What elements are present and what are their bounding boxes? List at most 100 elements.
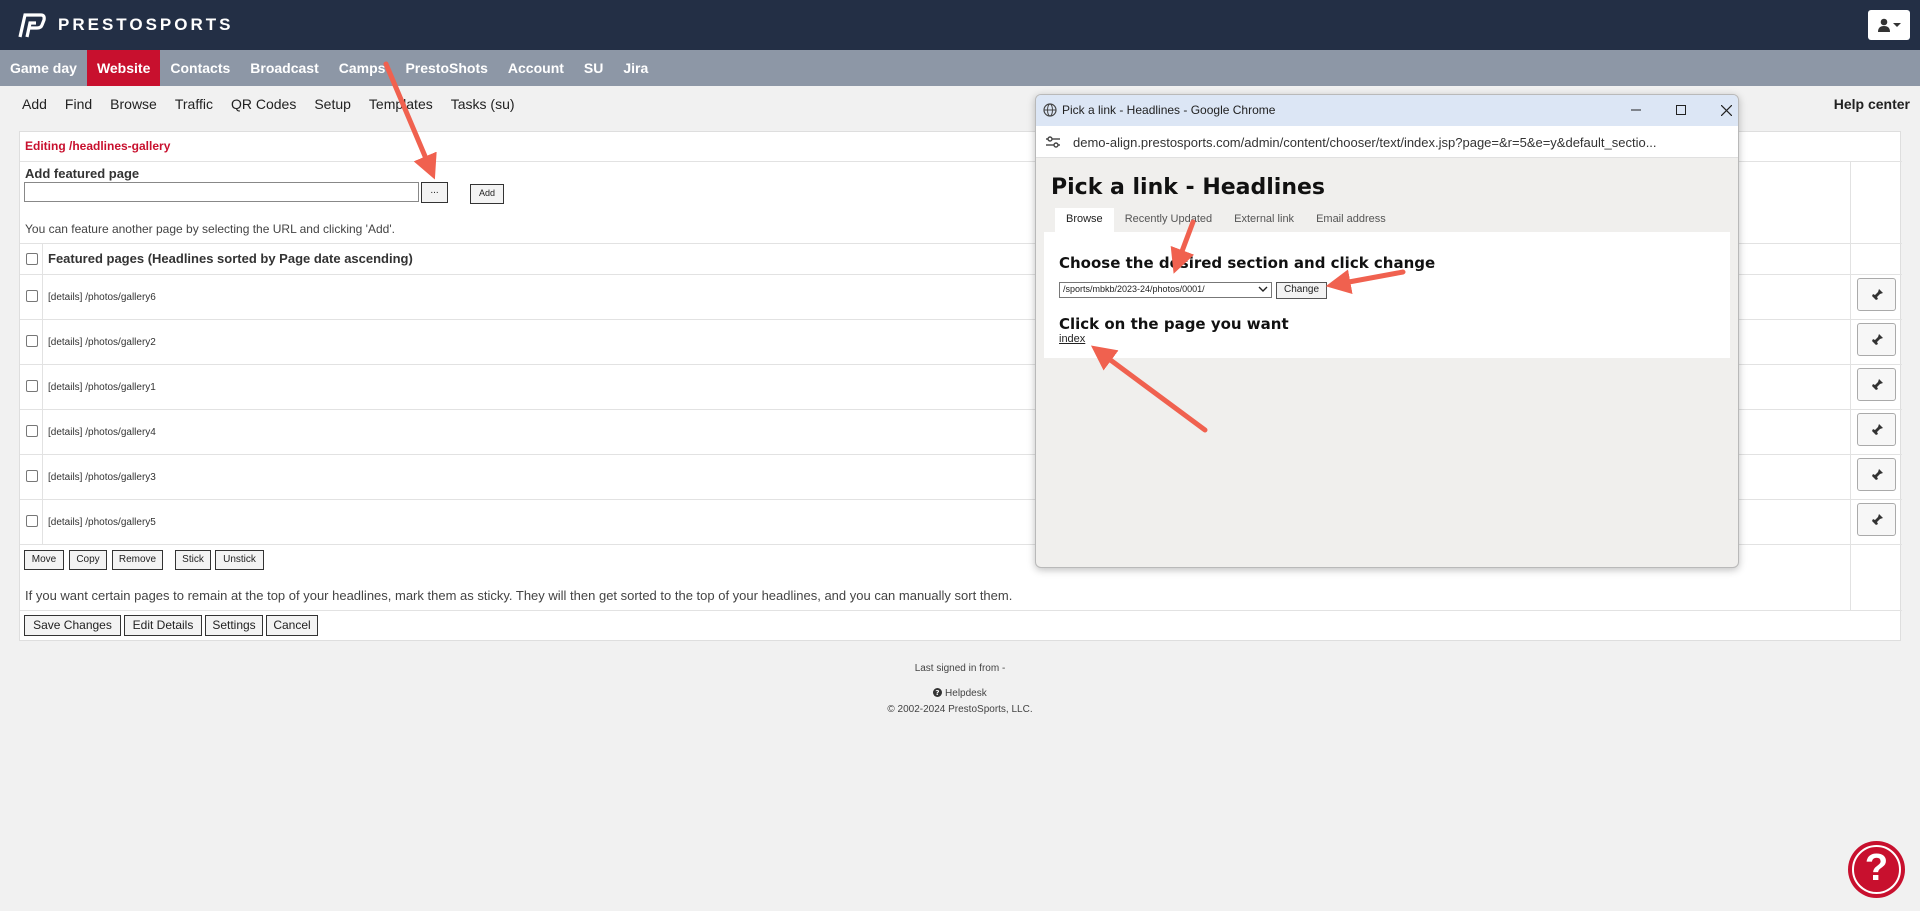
add-featured-label: Add featured page: [25, 166, 140, 181]
cancel-button[interactable]: Cancel: [266, 615, 318, 636]
popup-heading: Pick a link - Headlines: [1051, 175, 1326, 200]
subnav-browse[interactable]: Browse: [101, 86, 166, 122]
subnav-tasks[interactable]: Tasks (su): [442, 86, 524, 122]
pin-button[interactable]: [1857, 278, 1896, 311]
pin-button[interactable]: [1857, 413, 1896, 446]
nav-jira[interactable]: Jira: [613, 50, 658, 86]
featured-page-url-input[interactable]: [24, 182, 419, 202]
pin-button[interactable]: [1857, 458, 1896, 491]
tab-browse[interactable]: Browse: [1055, 208, 1114, 232]
click-page-heading: Click on the page you want: [1059, 315, 1289, 333]
subnav-add[interactable]: Add: [13, 86, 56, 122]
maximize-icon: [1676, 105, 1686, 115]
section-select-value: /sports/mbkb/2023-24/photos/0001/: [1063, 284, 1205, 294]
change-button[interactable]: Change: [1276, 282, 1327, 299]
pin-icon: [1870, 468, 1883, 481]
nav-website[interactable]: Website: [86, 50, 161, 86]
question-circle-icon: ?: [933, 688, 943, 697]
edit-details-button[interactable]: Edit Details: [124, 615, 202, 636]
settings-button[interactable]: Settings: [205, 615, 263, 636]
nav-camps[interactable]: Camps: [329, 50, 396, 86]
caret-down-icon: [1893, 23, 1901, 27]
list-item[interactable]: [details] /photos/gallery4: [48, 427, 156, 438]
list-item[interactable]: [details] /photos/gallery1: [48, 382, 156, 393]
minimize-button[interactable]: [1623, 99, 1649, 121]
subnav-find[interactable]: Find: [56, 86, 101, 122]
pin-icon: [1870, 333, 1883, 346]
save-changes-button[interactable]: Save Changes: [24, 615, 121, 636]
brand-name: PRESTOSPORTS: [58, 15, 234, 34]
pin-icon: [1870, 513, 1883, 526]
help-floating-button[interactable]: ?: [1848, 841, 1905, 898]
browse-panel: Choose the desired section and click cha…: [1044, 232, 1730, 358]
tab-recently-updated[interactable]: Recently Updated: [1114, 208, 1223, 232]
top-bar: PRESTOSPORTS: [0, 0, 1920, 50]
main-nav: Game day Website Contacts Broadcast Camp…: [0, 50, 1920, 86]
subnav-qr-codes[interactable]: QR Codes: [222, 86, 305, 122]
nav-game-day[interactable]: Game day: [0, 50, 87, 86]
tab-external-link[interactable]: External link: [1223, 208, 1305, 232]
page-link-index[interactable]: index: [1059, 333, 1085, 345]
select-all-checkbox[interactable]: [26, 253, 38, 265]
browse-link-button[interactable]: ...: [421, 182, 448, 203]
move-button[interactable]: Move: [24, 550, 64, 570]
section-select[interactable]: /sports/mbkb/2023-24/photos/0001/: [1059, 282, 1272, 298]
prestosports-logo[interactable]: PRESTOSPORTS: [14, 11, 234, 39]
window-titlebar: Pick a link - Headlines - Google Chrome: [1036, 95, 1738, 126]
help-center-link[interactable]: Help center: [1834, 86, 1910, 122]
row-checkbox[interactable]: [26, 515, 38, 527]
minimize-icon: [1631, 109, 1641, 111]
maximize-button[interactable]: [1668, 99, 1694, 121]
list-item[interactable]: [details] /photos/gallery5: [48, 517, 156, 528]
page-title: Editing /headlines-gallery: [25, 139, 171, 153]
sticky-help-text: If you want certain pages to remain at t…: [25, 588, 1013, 603]
row-checkbox[interactable]: [26, 380, 38, 392]
pick-a-link-popup-window: Pick a link - Headlines - Google Chrome …: [1035, 94, 1739, 568]
nav-prestoshots[interactable]: PrestoShots: [395, 50, 497, 86]
address-bar[interactable]: demo-align.prestosports.com/admin/conten…: [1036, 126, 1738, 158]
row-checkbox[interactable]: [26, 425, 38, 437]
globe-icon: [1043, 103, 1057, 117]
close-window-button[interactable]: [1713, 99, 1738, 121]
last-signed-in: Last signed in from -: [914, 663, 1006, 674]
copy-button[interactable]: Copy: [69, 550, 107, 570]
nav-broadcast[interactable]: Broadcast: [240, 50, 328, 86]
nav-contacts[interactable]: Contacts: [160, 50, 240, 86]
nav-account[interactable]: Account: [498, 50, 574, 86]
helpdesk-label[interactable]: Helpdesk: [945, 688, 987, 699]
nav-su[interactable]: SU: [574, 50, 613, 86]
row-checkbox[interactable]: [26, 470, 38, 482]
row-checkbox[interactable]: [26, 290, 38, 302]
remove-button[interactable]: Remove: [112, 550, 163, 570]
tab-email-address[interactable]: Email address: [1305, 208, 1397, 232]
pin-button[interactable]: [1857, 368, 1896, 401]
list-item[interactable]: [details] /photos/gallery2: [48, 337, 156, 348]
user-icon: [1878, 18, 1890, 32]
pin-icon: [1870, 288, 1883, 301]
window-title: Pick a link - Headlines - Google Chrome: [1062, 103, 1276, 117]
add-button[interactable]: Add: [470, 184, 504, 204]
prestosports-logo-icon: [18, 13, 46, 38]
close-icon: [1720, 104, 1732, 116]
pin-button[interactable]: [1857, 323, 1896, 356]
stick-button[interactable]: Stick: [175, 550, 211, 570]
list-item[interactable]: [details] /photos/gallery3: [48, 472, 156, 483]
chevron-down-icon: [1258, 286, 1268, 292]
subnav-templates[interactable]: Templates: [360, 86, 442, 122]
pin-icon: [1870, 423, 1883, 436]
subnav-traffic[interactable]: Traffic: [166, 86, 222, 122]
pin-button[interactable]: [1857, 503, 1896, 536]
user-menu-button[interactable]: [1868, 10, 1910, 40]
helpdesk-link[interactable]: ? Helpdesk: [0, 688, 1920, 699]
svg-text:?: ?: [936, 688, 940, 697]
url-text[interactable]: demo-align.prestosports.com/admin/conten…: [1073, 135, 1657, 150]
link-type-tabs: Browse Recently Updated External link Em…: [1055, 208, 1397, 232]
list-item[interactable]: [details] /photos/gallery6: [48, 292, 156, 303]
featured-pages-header: Featured pages (Headlines sorted by Page…: [48, 251, 413, 266]
copyright: © 2002-2024 PrestoSports, LLC.: [887, 704, 1033, 715]
choose-section-heading: Choose the desired section and click cha…: [1059, 254, 1436, 272]
subnav-setup[interactable]: Setup: [305, 86, 360, 122]
row-checkbox[interactable]: [26, 335, 38, 347]
unstick-button[interactable]: Unstick: [215, 550, 264, 570]
help-text: You can feature another page by selectin…: [25, 222, 395, 236]
